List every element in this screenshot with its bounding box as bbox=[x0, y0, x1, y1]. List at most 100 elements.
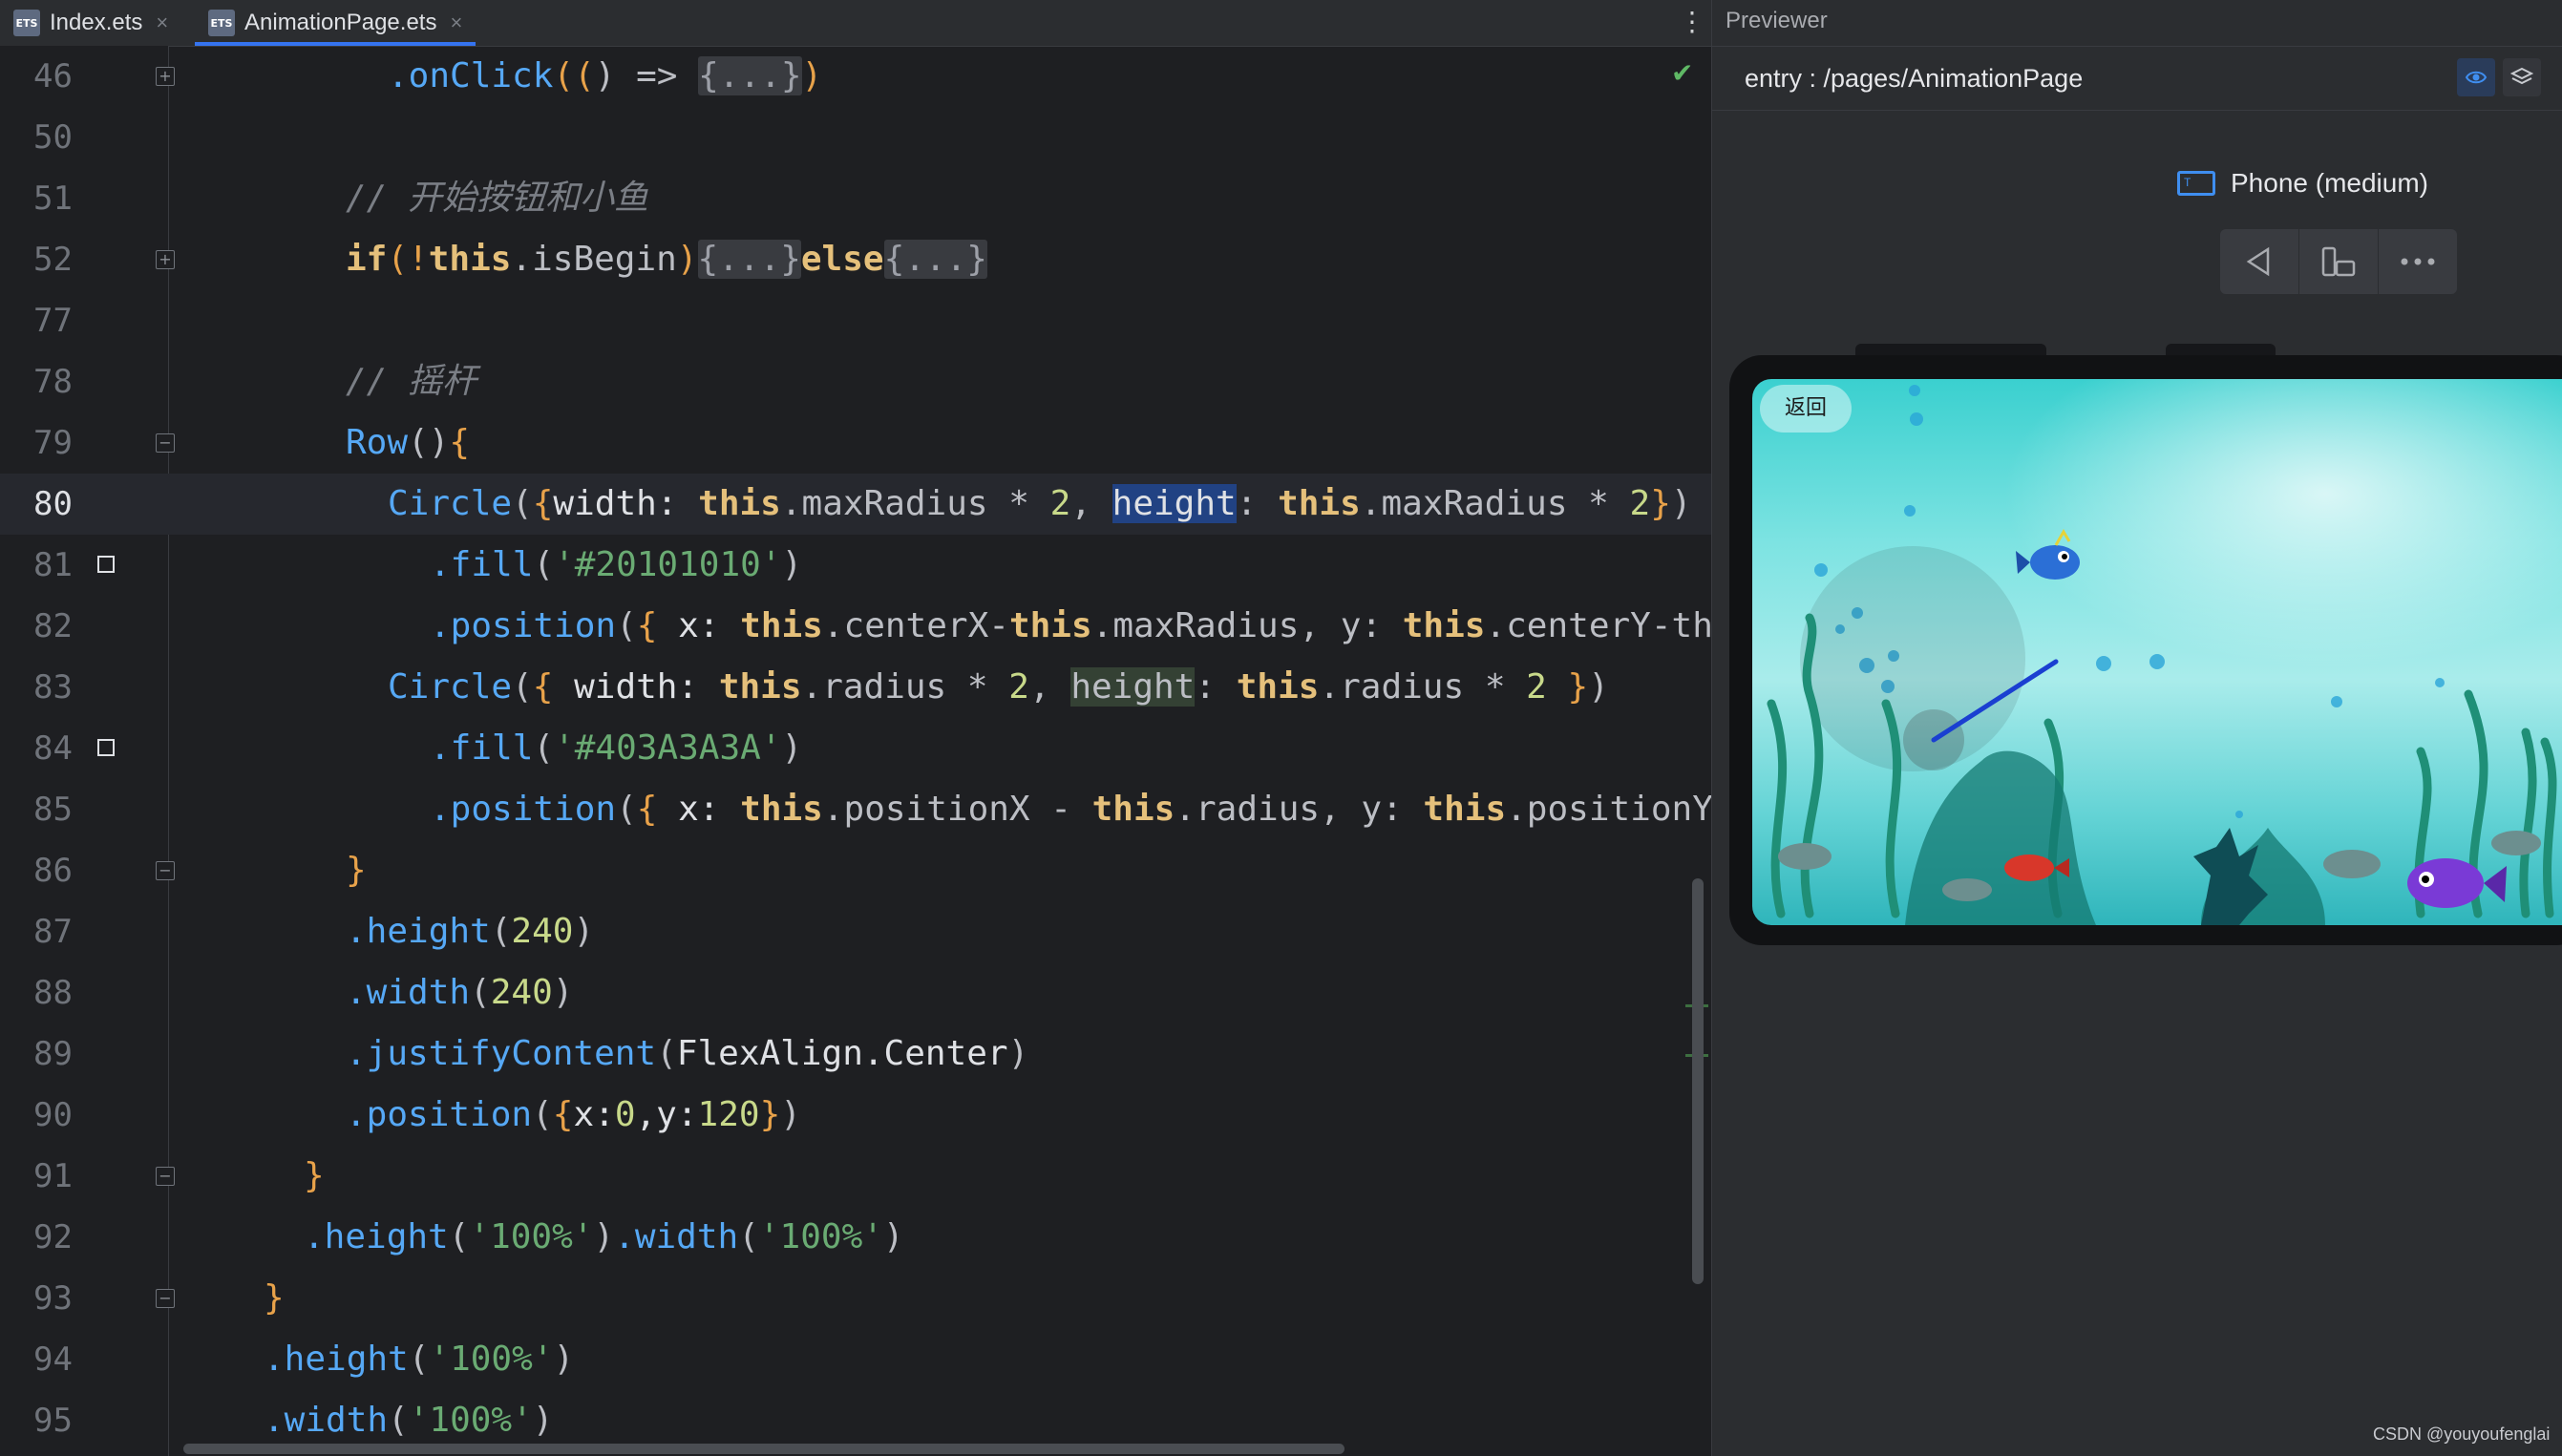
triangle-back-icon bbox=[2246, 246, 2270, 277]
line-number: 89 bbox=[33, 1035, 73, 1073]
code-line[interactable]: 94 .height('100%') bbox=[0, 1329, 1711, 1390]
ets-file-icon: ETS bbox=[13, 10, 40, 36]
tab-animationpage-ets[interactable]: ETS AnimationPage.ets × bbox=[195, 0, 476, 46]
code-line[interactable]: 77 bbox=[0, 290, 1711, 351]
device-selector[interactable]: T Phone (medium) bbox=[2177, 168, 2428, 199]
rotate-device-icon bbox=[2321, 246, 2356, 277]
fold-collapse-icon[interactable]: − bbox=[156, 433, 175, 453]
code-line[interactable]: 89 .justifyContent(FlexAlign.Center) bbox=[0, 1023, 1711, 1085]
blue-fish-icon bbox=[2016, 529, 2080, 580]
code-text: .position({x:0,y:120}) bbox=[346, 1095, 801, 1134]
line-number: 79 bbox=[33, 424, 73, 462]
code-text: .height('100%') bbox=[264, 1340, 575, 1379]
inspector-toggle-button[interactable] bbox=[2457, 58, 2495, 96]
vertical-scrollbar[interactable] bbox=[1692, 878, 1704, 1284]
previewer-panel: Previewer entry : /pages/AnimationPage T… bbox=[1711, 0, 2562, 1456]
line-number: 82 bbox=[33, 607, 73, 645]
previewer-header: entry : /pages/AnimationPage bbox=[1712, 46, 2562, 111]
code-line[interactable]: 52 + if(!this.isBegin){...}else{...} bbox=[0, 229, 1711, 290]
code-text: .position({ x: this.positionX - this.rad… bbox=[430, 790, 1713, 829]
code-text: .justifyContent(FlexAlign.Center) bbox=[346, 1034, 1029, 1073]
device-name: Phone (medium) bbox=[2231, 168, 2428, 198]
fold-end-icon[interactable]: − bbox=[156, 1167, 175, 1186]
code-text: Circle({width: this.maxRadius * 2, heigh… bbox=[388, 484, 1692, 523]
code-text: .fill('#20101010') bbox=[430, 545, 803, 584]
code-line[interactable]: 79 − Row(){ bbox=[0, 412, 1711, 474]
line-number: 81 bbox=[33, 546, 73, 584]
app-screen[interactable]: 返回 bbox=[1752, 379, 2562, 925]
line-number: 88 bbox=[33, 974, 73, 1012]
line-number: 50 bbox=[33, 118, 73, 157]
code-line[interactable]: 83 Circle({ width: this.radius * 2, heig… bbox=[0, 657, 1711, 718]
code-line[interactable]: 46 + .onClick(() => {...}) bbox=[0, 46, 1711, 107]
code-line[interactable]: 81 .fill('#20101010') bbox=[0, 535, 1711, 596]
rotate-control-button[interactable] bbox=[2299, 229, 2379, 294]
fold-expand-icon[interactable]: + bbox=[156, 67, 175, 86]
more-icon bbox=[2401, 258, 2435, 265]
code-text: .height('100%').width('100%') bbox=[304, 1217, 904, 1256]
code-line[interactable]: 92 .height('100%').width('100%') bbox=[0, 1207, 1711, 1268]
tablet-device-icon: T bbox=[2177, 171, 2215, 196]
more-control-button[interactable] bbox=[2379, 229, 2457, 294]
code-line[interactable]: 51 // 开始按钮和小鱼 bbox=[0, 168, 1711, 229]
fold-end-icon[interactable]: − bbox=[156, 861, 175, 880]
tab-label: Index.ets bbox=[50, 10, 143, 35]
line-number: 83 bbox=[33, 668, 73, 707]
code-text: Row(){ bbox=[346, 423, 471, 462]
code-line[interactable]: 93 − } bbox=[0, 1268, 1711, 1329]
ets-file-icon: ETS bbox=[208, 10, 235, 36]
line-number: 87 bbox=[33, 913, 73, 951]
line-number: 85 bbox=[33, 791, 73, 829]
line-number: 95 bbox=[33, 1402, 73, 1440]
device-controls bbox=[2220, 229, 2457, 294]
horizontal-scrollbar[interactable] bbox=[183, 1444, 1345, 1454]
line-number: 94 bbox=[33, 1340, 73, 1379]
purple-fish-icon bbox=[2407, 858, 2507, 908]
more-tabs-icon[interactable]: ⋮ bbox=[1679, 6, 1705, 38]
code-line[interactable]: 90 .position({x:0,y:120}) bbox=[0, 1085, 1711, 1146]
line-number: 93 bbox=[33, 1279, 73, 1318]
code-text: } bbox=[304, 1156, 325, 1195]
line-number: 86 bbox=[33, 852, 73, 890]
code-line[interactable]: 85 .position({ x: this.positionX - this.… bbox=[0, 779, 1713, 840]
watermark-credit: CSDN @youyoufenglai bbox=[2373, 1424, 2551, 1444]
line-number: 78 bbox=[33, 363, 73, 401]
fold-end-icon[interactable]: − bbox=[156, 1289, 175, 1308]
code-line[interactable]: 91 − } bbox=[0, 1146, 1711, 1207]
tab-label: AnimationPage.ets bbox=[244, 10, 437, 35]
back-control-button[interactable] bbox=[2220, 229, 2299, 294]
entry-path: entry : /pages/AnimationPage bbox=[1745, 64, 2084, 93]
code-text: .onClick(() => {...}) bbox=[388, 56, 823, 95]
code-line[interactable]: 95 .width('100%') bbox=[0, 1390, 1711, 1451]
tab-index-ets[interactable]: ETS Index.ets × bbox=[13, 0, 168, 46]
aquarium-scene bbox=[1767, 385, 2557, 925]
code-line[interactable]: 87 .height(240) bbox=[0, 901, 1711, 962]
close-icon[interactable]: × bbox=[450, 11, 462, 35]
code-line[interactable]: 78 // 摇杆 bbox=[0, 351, 1711, 412]
color-swatch-icon[interactable] bbox=[97, 739, 115, 756]
eye-icon bbox=[2465, 71, 2488, 84]
layers-icon bbox=[2510, 67, 2533, 85]
code-line[interactable]: 88 .width(240) bbox=[0, 962, 1711, 1023]
line-number: 46 bbox=[33, 57, 73, 95]
code-line[interactable]: 84 .fill('#403A3A3A') bbox=[0, 718, 1711, 779]
code-text: .width('100%') bbox=[264, 1401, 554, 1440]
back-button[interactable]: 返回 bbox=[1760, 385, 1852, 433]
code-text: .position({ x: this.centerX-this.maxRadi… bbox=[430, 606, 1713, 645]
line-number: 77 bbox=[33, 302, 73, 340]
previewer-title: Previewer bbox=[1726, 8, 1828, 33]
code-line-current[interactable]: 80 Circle({width: this.maxRadius * 2, he… bbox=[0, 474, 1711, 535]
code-text: } bbox=[264, 1278, 285, 1318]
editor-tab-bar: ETS Index.ets × ETS AnimationPage.ets × … bbox=[0, 0, 1711, 47]
code-text: if(!this.isBegin){...}else{...} bbox=[346, 240, 987, 279]
color-swatch-icon[interactable] bbox=[97, 556, 115, 573]
code-editor[interactable]: ETS Index.ets × ETS AnimationPage.ets × … bbox=[0, 0, 1713, 1456]
code-line[interactable]: 86 − } bbox=[0, 840, 1711, 901]
close-icon[interactable]: × bbox=[156, 11, 168, 35]
code-text: .width(240) bbox=[346, 973, 574, 1012]
code-line[interactable]: 50 bbox=[0, 107, 1711, 168]
code-line[interactable]: 82 .position({ x: this.centerX-this.maxR… bbox=[0, 596, 1713, 657]
layers-button[interactable] bbox=[2503, 58, 2541, 96]
fold-expand-icon[interactable]: + bbox=[156, 250, 175, 269]
line-number: 90 bbox=[33, 1096, 73, 1134]
